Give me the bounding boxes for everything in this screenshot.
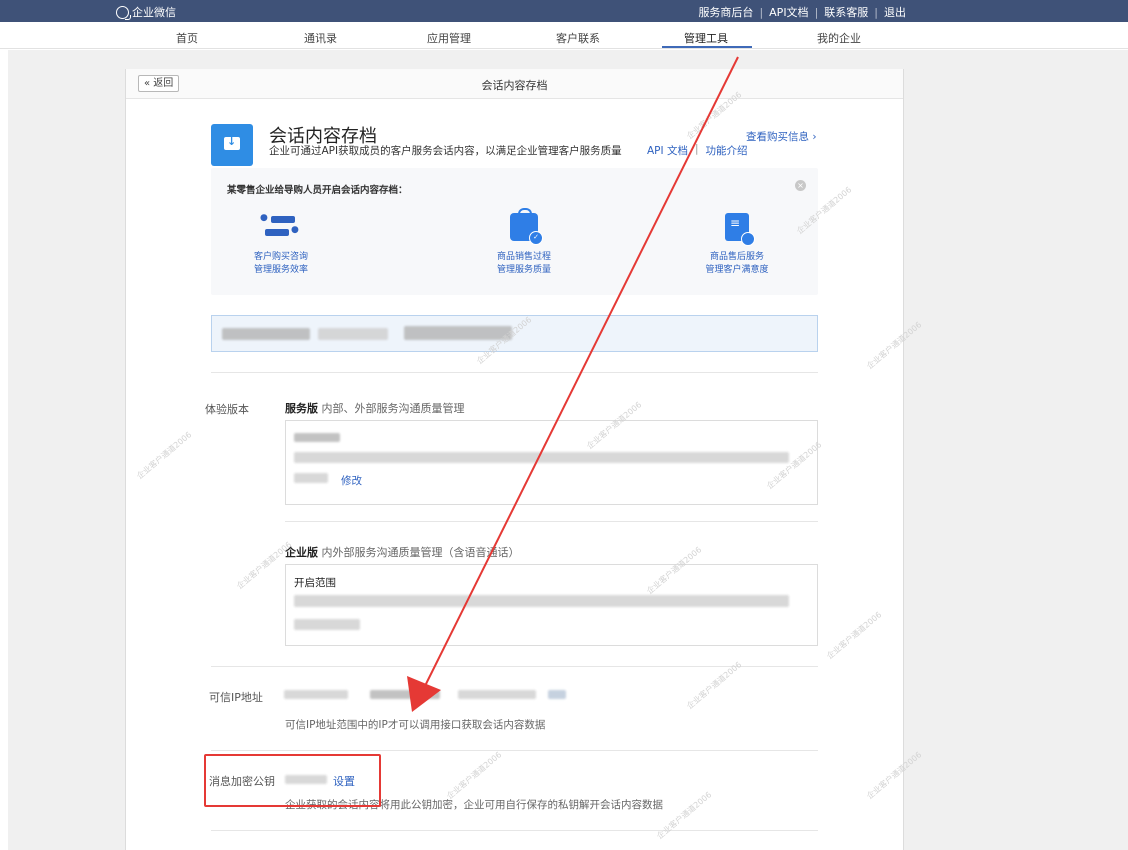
annotation-highlight-box bbox=[204, 754, 381, 807]
annotation-arrow bbox=[407, 56, 739, 712]
